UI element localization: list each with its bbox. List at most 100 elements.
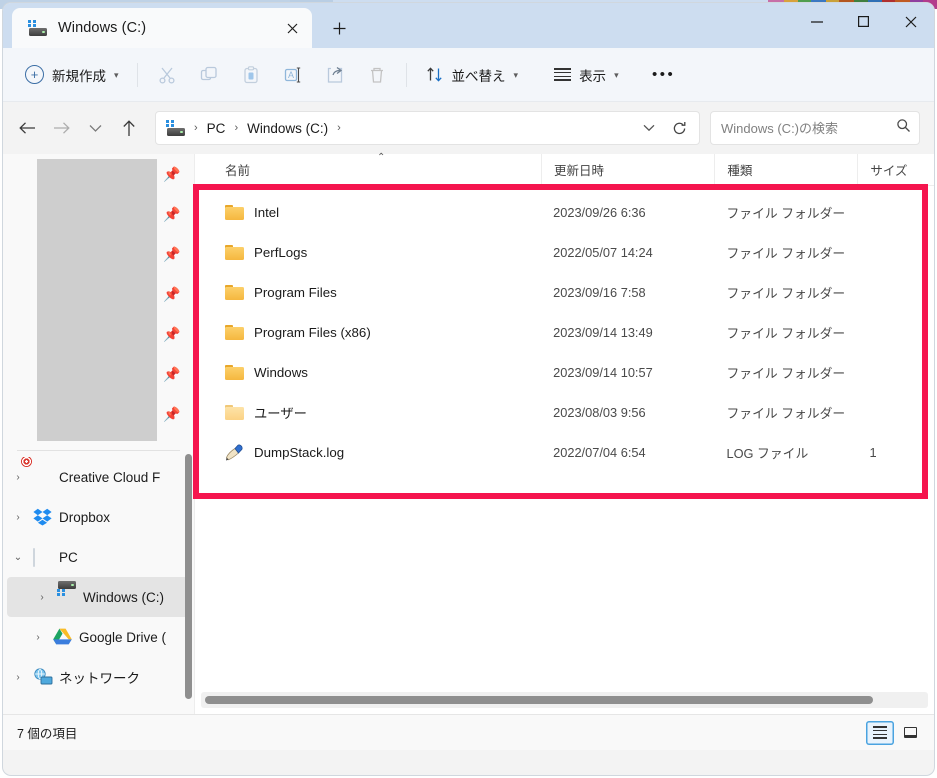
up-button[interactable] <box>113 112 145 144</box>
log-file-icon <box>225 443 244 461</box>
svg-text:A: A <box>288 70 294 80</box>
table-row[interactable]: Intel 2023/09/26 6:36 ファイル フォルダー <box>195 192 934 232</box>
search-icon[interactable] <box>896 118 911 138</box>
sidebar-item-network[interactable]: › ネットワーク <box>3 657 194 697</box>
navigation-pane: 📌 📌 📌 📌 📌 📌 📌 › Creative Cloud F › Dropb… <box>3 154 195 714</box>
breadcrumb-windows-c[interactable]: Windows (C:) <box>244 121 331 136</box>
pin-icon[interactable]: 📌 <box>160 274 184 314</box>
horizontal-scrollbar[interactable] <box>201 692 928 708</box>
address-history-icon[interactable] <box>635 114 663 142</box>
sidebar-divider <box>17 450 180 451</box>
maximize-button[interactable] <box>840 3 887 40</box>
breadcrumb-separator: › <box>234 122 239 134</box>
view-button[interactable]: 表示 ▾ <box>544 58 629 92</box>
more-options-button[interactable]: ••• <box>643 58 685 92</box>
sort-button[interactable]: 並べ替え ▾ <box>415 58 529 92</box>
file-date: 2023/08/03 9:56 <box>553 404 646 420</box>
details-view-icon[interactable] <box>866 720 894 745</box>
sidebar-item-pc[interactable]: ⌄ PC <box>3 537 194 577</box>
trash-icon <box>370 67 383 83</box>
delete-button[interactable] <box>356 58 398 92</box>
item-count-text: 7 個の項目 <box>17 727 78 741</box>
sidebar-item-creative-cloud[interactable]: › Creative Cloud F <box>3 457 194 497</box>
large-icons-view-icon[interactable] <box>896 721 924 745</box>
chevron-right-icon[interactable]: › <box>9 512 27 523</box>
tab-windows-c[interactable]: Windows (C:) <box>12 8 312 48</box>
pin-icon[interactable]: 📌 <box>160 394 184 434</box>
back-button[interactable] <box>11 112 43 144</box>
pin-icon[interactable]: 📌 <box>160 354 184 394</box>
chevron-right-icon[interactable]: › <box>33 592 51 603</box>
forward-button[interactable] <box>45 112 77 144</box>
drive-icon <box>166 120 186 136</box>
file-name: DumpStack.log <box>254 444 345 460</box>
chevron-right-icon[interactable]: › <box>29 632 47 643</box>
breadcrumb-separator: › <box>194 122 198 134</box>
breadcrumb-pc[interactable]: PC <box>204 121 229 136</box>
sidebar-scrollbar[interactable] <box>185 454 192 699</box>
file-name-cell: ユーザー <box>213 403 541 422</box>
drive-icon <box>28 20 48 36</box>
pin-icon[interactable]: 📌 <box>160 154 184 194</box>
recent-locations-button[interactable] <box>79 112 111 144</box>
scissors-icon <box>158 67 175 84</box>
navigation-bar: › PC › Windows (C:) › <box>3 102 934 154</box>
new-tab-button[interactable] <box>322 11 356 45</box>
file-rows: Intel 2023/09/26 6:36 ファイル フォルダー PerfLog… <box>195 186 934 472</box>
new-button[interactable]: + 新規作成 ▾ <box>15 58 129 92</box>
file-name: PerfLogs <box>254 244 308 260</box>
column-header-size[interactable]: サイズ <box>857 154 934 185</box>
cut-button[interactable] <box>146 58 188 92</box>
address-bar[interactable]: › PC › Windows (C:) › <box>155 111 700 145</box>
table-row[interactable]: PerfLogs 2022/05/07 14:24 ファイル フォルダー <box>195 232 934 272</box>
sidebar-item-windows-c[interactable]: › Windows (C:) <box>7 577 190 617</box>
file-name-cell: Program Files (x86) <box>213 324 541 340</box>
share-button[interactable] <box>314 58 356 92</box>
file-list-pane: ⌃ 名前 更新日時 種類 サイズ Intel 2023/09/26 6:36 フ… <box>193 152 934 714</box>
search-input[interactable] <box>721 120 896 136</box>
file-type: ファイル フォルダー <box>726 325 846 341</box>
file-name: Intel <box>254 204 280 220</box>
file-name-cell: PerfLogs <box>213 244 541 260</box>
toolbar-divider <box>136 62 138 87</box>
file-name-cell: Windows <box>213 364 541 380</box>
quick-access-section: 📌 📌 📌 📌 📌 📌 📌 <box>3 154 194 444</box>
rename-button[interactable]: A <box>272 58 314 92</box>
refresh-icon[interactable] <box>665 114 693 142</box>
tab-close-icon[interactable] <box>278 14 306 42</box>
table-row[interactable]: Program Files 2023/09/16 7:58 ファイル フォルダー <box>195 272 934 312</box>
minimize-button[interactable] <box>793 3 840 40</box>
file-date: 2022/05/07 14:24 <box>553 244 653 260</box>
folder-icon <box>225 364 244 380</box>
file-date: 2023/09/14 10:57 <box>553 364 653 380</box>
horizontal-scrollbar-thumb[interactable] <box>205 696 873 704</box>
chevron-down-icon[interactable]: ⌄ <box>9 552 27 563</box>
paste-button[interactable] <box>230 58 272 92</box>
pin-icon[interactable]: 📌 <box>160 234 184 274</box>
table-row[interactable]: DumpStack.log 2022/07/04 6:54 LOG ファイル 1 <box>195 432 934 472</box>
table-row[interactable]: Program Files (x86) 2023/09/14 13:49 ファイ… <box>195 312 934 352</box>
column-header-date[interactable]: 更新日時 <box>541 154 714 185</box>
file-type: ファイル フォルダー <box>726 205 846 221</box>
pc-icon <box>33 547 53 567</box>
new-button-label: 新規作成 <box>52 68 106 84</box>
sidebar-item-google-drive[interactable]: › Google Drive ( <box>3 617 194 657</box>
chevron-right-icon[interactable]: › <box>9 472 27 483</box>
pin-icon[interactable]: 📌 <box>160 194 184 234</box>
table-row[interactable]: ユーザー 2023/08/03 9:56 ファイル フォルダー <box>195 392 934 432</box>
column-header-name[interactable]: ⌃ 名前 <box>213 152 541 185</box>
list-lines-icon <box>554 66 572 83</box>
table-row[interactable]: Windows 2023/09/14 10:57 ファイル フォルダー <box>195 352 934 392</box>
column-header-type[interactable]: 種類 <box>714 154 857 185</box>
redacted-labels-block <box>37 159 157 441</box>
copy-button[interactable] <box>188 58 230 92</box>
close-button[interactable] <box>887 3 934 40</box>
paste-icon <box>243 65 258 83</box>
pin-icon[interactable]: 📌 <box>160 314 184 354</box>
chevron-right-icon[interactable]: › <box>9 672 27 683</box>
search-box[interactable] <box>710 111 920 145</box>
folder-icon <box>225 244 244 260</box>
file-name: ユーザー <box>254 405 307 421</box>
view-button-label: 表示 <box>579 68 607 84</box>
sidebar-item-dropbox[interactable]: › Dropbox <box>3 497 194 537</box>
